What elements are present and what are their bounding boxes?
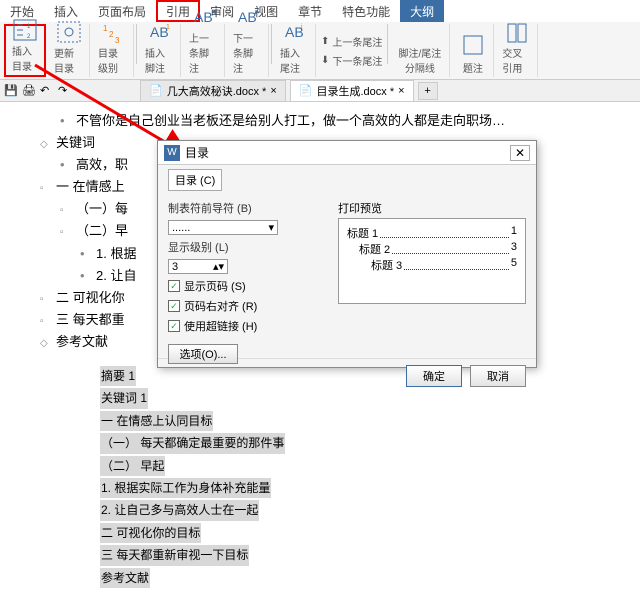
update-toc-label: 更新目录: [54, 45, 83, 75]
toc-level-label: 目录级别: [98, 45, 127, 75]
save-icon[interactable]: 💾: [4, 84, 18, 98]
spinner-icon: ▴▾: [213, 260, 224, 273]
svg-text:1: 1: [27, 24, 31, 30]
doc-h1b: （二）早: [76, 220, 128, 242]
svg-text:►: ►: [254, 9, 260, 16]
prev-endnote-button[interactable]: ⬆上一条尾注: [318, 33, 385, 50]
leader-label: 制表符前导符 (B): [168, 200, 328, 216]
leader-select[interactable]: ......▾: [168, 220, 278, 235]
menu-insert[interactable]: 插入: [44, 0, 88, 22]
tab-doc1[interactable]: 📄几大高效秘诀.docx *×: [140, 80, 286, 102]
prev-footnote-button[interactable]: AB◄ 上一条脚注: [183, 24, 225, 77]
doc-line: 不管你是自己创业当老板还是给别人打工，做一个高效的人都是走向职场…: [76, 110, 505, 132]
menu-layout[interactable]: 页面布局: [88, 0, 156, 22]
close-icon[interactable]: ×: [270, 85, 276, 97]
footnote-icon: AB1: [147, 21, 173, 43]
svg-text:◄: ◄: [210, 9, 216, 16]
dialog-title: 目录: [185, 144, 209, 161]
menu-chapter[interactable]: 章节: [288, 0, 332, 22]
down-icon: ⬇: [321, 55, 329, 66]
cancel-button[interactable]: 取消: [470, 365, 526, 387]
tab-doc2[interactable]: 📄目录生成.docx *×: [290, 80, 414, 102]
options-button[interactable]: 选项(O)...: [168, 344, 238, 364]
chevron-down-icon: ▾: [268, 221, 274, 234]
caption-button[interactable]: 题注: [452, 24, 494, 77]
toc-level-button[interactable]: 123 目录级别: [92, 24, 134, 77]
app-icon: W: [164, 145, 180, 161]
insert-footnote-button[interactable]: AB1 插入脚注: [139, 24, 181, 77]
prev-footnote-label: 上一条脚注: [189, 30, 218, 75]
svg-text:2: 2: [27, 34, 31, 40]
redo-icon[interactable]: ↷: [58, 84, 72, 98]
separator-line-button[interactable]: 脚注/尾注分隔线: [390, 24, 450, 77]
endnote-icon: ABi: [282, 21, 308, 43]
doc-keyword: 关键词: [56, 132, 95, 154]
svg-text:2: 2: [109, 30, 114, 39]
next-footnote-label: 下一条脚注: [233, 30, 262, 75]
next-footnote-button[interactable]: AB► 下一条脚注: [227, 24, 269, 77]
toc-dialog: W 目录 ✕ 目录 (C) 制表符前导符 (B) ......▾ 显示级别 (L…: [157, 140, 537, 368]
insert-toc-label: 插入目录: [12, 43, 38, 73]
hyperlink-checkbox[interactable]: ✓使用超链接 (H): [168, 318, 328, 334]
doc-h1a: （一）每: [76, 198, 128, 220]
update-toc-button[interactable]: 更新目录: [48, 24, 90, 77]
doc-h1: 一 在情感上: [56, 176, 125, 198]
update-toc-icon: [56, 21, 82, 43]
close-icon[interactable]: ✕: [510, 145, 530, 161]
preview-box: 标题 11 标题 23 标题 35: [338, 218, 526, 304]
insert-toc-button[interactable]: 1 2 插入目录: [4, 24, 46, 77]
preview-label: 打印预览: [338, 200, 526, 216]
dialog-tab[interactable]: 目录 (C): [168, 169, 222, 191]
menu-special[interactable]: 特色功能: [332, 0, 400, 22]
right-align-checkbox[interactable]: ✓页码右对齐 (R): [168, 298, 328, 314]
undo-icon[interactable]: ↶: [40, 84, 54, 98]
prev-footnote-icon: AB◄: [191, 6, 217, 28]
svg-text:1: 1: [103, 24, 108, 33]
doc-h1b1: 1. 根据: [96, 243, 136, 265]
doc-h2: 二 可视化你: [56, 287, 125, 309]
up-icon: ⬆: [321, 36, 329, 47]
doc-icon: 📄: [149, 84, 163, 97]
caption-icon: [460, 32, 486, 58]
new-tab-button[interactable]: +: [418, 82, 438, 100]
ok-button[interactable]: 确定: [406, 365, 462, 387]
cross-ref-icon: [504, 23, 530, 43]
dialog-titlebar[interactable]: W 目录 ✕: [158, 141, 536, 165]
svg-text:3: 3: [115, 36, 120, 43]
print-icon[interactable]: 🖨: [22, 84, 36, 98]
menu-outline[interactable]: 大纲: [400, 0, 444, 22]
toc-icon: 12: [12, 19, 38, 41]
document-tabs: 💾 🖨 ↶ ↷ 📄几大高效秘诀.docx *× 📄目录生成.docx *× +: [0, 80, 640, 102]
doc-h3: 三 每天都重: [56, 309, 125, 331]
next-footnote-icon: AB►: [235, 6, 261, 28]
level-label: 显示级别 (L): [168, 239, 328, 255]
ribbon: 12 插入目录 更新目录 123 目录级别 AB1 插入脚注 AB◄ 上一条脚注…: [0, 22, 640, 80]
svg-text:1: 1: [166, 24, 170, 31]
close-icon[interactable]: ×: [398, 85, 404, 97]
toc-level-icon: 123: [100, 21, 126, 43]
toc-preview-block: 摘要 1 关键词 1 一 在情感上认同目标 （一） 每天都确定最重要的那件事 （…: [100, 365, 620, 589]
level-spinner[interactable]: 3▴▾: [168, 259, 228, 274]
insert-endnote-label: 插入尾注: [280, 45, 309, 75]
next-endnote-button[interactable]: ⬇下一条尾注: [318, 52, 385, 69]
doc-h1b2: 2. 让自: [96, 265, 136, 287]
menu-bar: 开始 插入 页面布局 引用 审阅 视图 章节 特色功能 大纲: [0, 0, 640, 22]
insert-footnote-label: 插入脚注: [145, 45, 174, 75]
doc-kw1: 高效，职: [76, 154, 128, 176]
doc-icon: 📄: [299, 84, 313, 97]
doc-refs: 参考文献: [56, 331, 108, 353]
cross-ref-button[interactable]: 交叉引用: [496, 24, 538, 77]
insert-endnote-button[interactable]: ABi 插入尾注: [274, 24, 316, 77]
show-page-checkbox[interactable]: ✓显示页码 (S): [168, 278, 328, 294]
